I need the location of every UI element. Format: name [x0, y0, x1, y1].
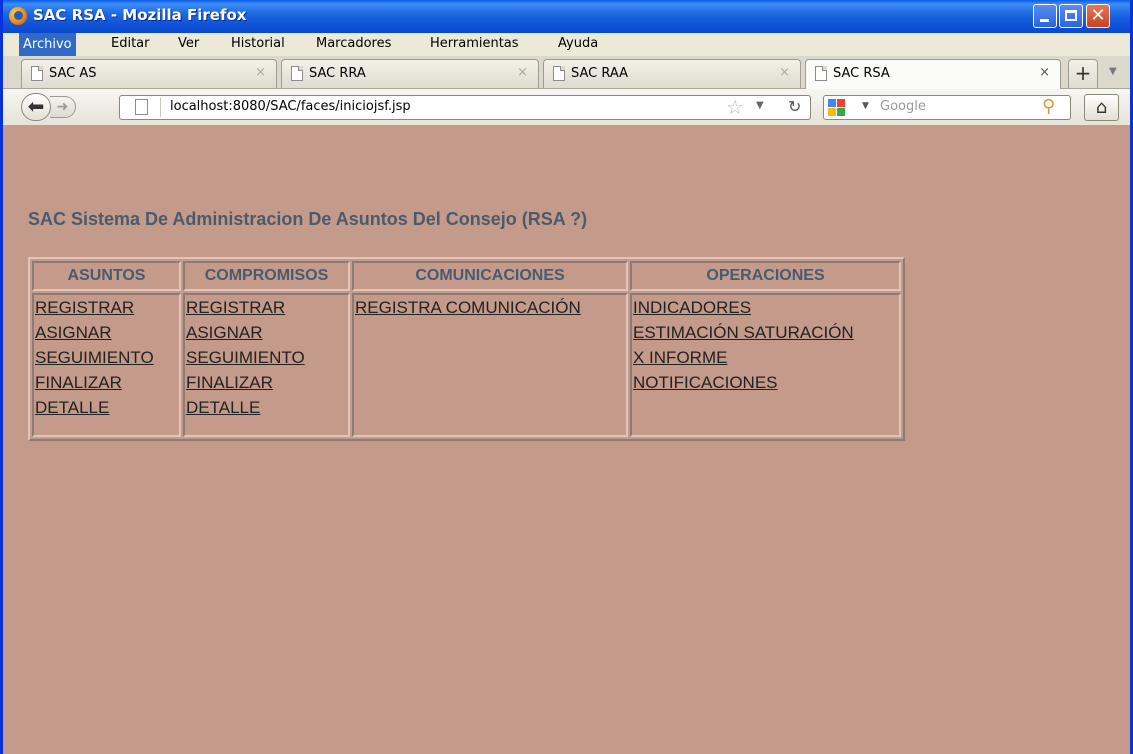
tab-sac-raa[interactable]: SAC RAA × — [543, 59, 801, 88]
search-bar[interactable]: ▼ Google ⚲ — [823, 95, 1071, 120]
browser-window: SAC RSA - Mozilla Firefox ✕ Archivo Edit… — [0, 0, 1133, 754]
compromisos-cell: REGISTRAR ASIGNAR SEGUIMIENTO FINALIZAR … — [183, 293, 350, 437]
tab-label: SAC RSA — [833, 66, 890, 81]
estimacion-saturacion-link[interactable]: ESTIMACIÓN SATURACIÓN — [633, 320, 898, 345]
address-bar[interactable]: localhost:8080/SAC/faces/iniciojsf.jsp ☆… — [119, 95, 811, 120]
bookmark-star-icon[interactable]: ☆ — [726, 96, 744, 118]
operaciones-cell: INDICADORES ESTIMACIÓN SATURACIÓN X INFO… — [630, 293, 901, 437]
tab-label: SAC RAA — [571, 66, 629, 81]
page-icon — [553, 66, 565, 81]
header-compromisos: COMPROMISOS — [183, 261, 350, 291]
maximize-icon — [1065, 10, 1077, 21]
url-text[interactable]: localhost:8080/SAC/faces/iniciojsf.jsp — [170, 99, 411, 114]
minimize-button[interactable] — [1033, 4, 1057, 28]
notificaciones-link[interactable]: NOTIFICACIONES — [633, 370, 898, 395]
tab-sac-rra[interactable]: SAC RRA × — [281, 59, 539, 88]
tab-sac-rsa[interactable]: SAC RSA × — [805, 59, 1061, 89]
menu-ayuda[interactable]: Ayuda — [558, 36, 598, 51]
window-title: SAC RSA - Mozilla Firefox — [33, 6, 247, 24]
x-informe-link[interactable]: X INFORME — [633, 345, 898, 370]
back-arrow-icon: ⬅ — [27, 94, 45, 118]
menu-editar[interactable]: Editar — [111, 36, 150, 51]
tab-close-icon[interactable]: × — [517, 65, 528, 80]
tab-close-icon[interactable]: × — [1039, 65, 1050, 80]
tab-label: SAC AS — [49, 66, 97, 81]
close-button[interactable]: ✕ — [1086, 4, 1110, 28]
tab-close-icon[interactable]: × — [255, 65, 266, 80]
back-button[interactable]: ⬅ — [21, 93, 51, 121]
header-comunicaciones: COMUNICACIONES — [352, 261, 628, 291]
maximize-button[interactable] — [1059, 4, 1083, 28]
firefox-icon — [9, 7, 27, 25]
page-icon — [815, 66, 827, 81]
asuntos-detalle-link[interactable]: DETALLE — [35, 395, 178, 420]
home-icon: ⌂ — [1095, 97, 1108, 118]
asuntos-asignar-link[interactable]: ASIGNAR — [35, 320, 178, 345]
menu-archivo[interactable]: Archivo — [19, 33, 76, 56]
reload-icon[interactable]: ↻ — [788, 97, 801, 116]
tab-close-icon[interactable]: × — [779, 65, 790, 80]
menu-bar: Archivo Editar Ver Historial Marcadores … — [3, 33, 1130, 56]
new-tab-button[interactable]: + — [1068, 59, 1098, 88]
compromisos-finalizar-link[interactable]: FINALIZAR — [186, 370, 347, 395]
menu-historial[interactable]: Historial — [231, 36, 285, 51]
google-icon[interactable] — [828, 99, 859, 116]
engine-dropdown-icon[interactable]: ▼ — [862, 101, 869, 111]
main-menu-table: ASUNTOS COMPROMISOS COMUNICACIONES OPERA… — [28, 257, 905, 441]
page-icon — [291, 66, 303, 81]
asuntos-registrar-link[interactable]: REGISTRAR — [35, 295, 178, 320]
tab-list-icon[interactable]: ▼ — [1109, 66, 1117, 77]
tab-sac-as[interactable]: SAC AS × — [21, 59, 277, 88]
header-operaciones: OPERACIONES — [630, 261, 901, 291]
asuntos-cell: REGISTRAR ASIGNAR SEGUIMIENTO FINALIZAR … — [32, 293, 181, 437]
comunicaciones-cell: REGISTRA COMUNICACIÓN — [352, 293, 628, 437]
menu-ver[interactable]: Ver — [178, 36, 199, 51]
page-title: SAC Sistema De Administracion De Asuntos… — [28, 209, 588, 229]
page-icon — [135, 99, 148, 115]
header-asuntos: ASUNTOS — [32, 261, 181, 291]
navigation-bar: ➜ ⬅ localhost:8080/SAC/faces/iniciojsf.j… — [3, 89, 1130, 126]
history-dropdown-icon[interactable]: ▼ — [756, 100, 764, 111]
tab-bar: SAC AS × SAC RRA × SAC RAA × SAC RSA × +… — [3, 56, 1130, 89]
forward-button[interactable]: ➜ — [50, 96, 76, 118]
menu-herramientas[interactable]: Herramientas — [430, 36, 519, 51]
compromisos-registrar-link[interactable]: REGISTRAR — [186, 295, 347, 320]
compromisos-detalle-link[interactable]: DETALLE — [186, 395, 347, 420]
asuntos-seguimiento-link[interactable]: SEGUIMIENTO — [35, 345, 178, 370]
page-icon — [31, 66, 43, 81]
indicadores-link[interactable]: INDICADORES — [633, 295, 898, 320]
search-placeholder[interactable]: Google — [880, 99, 926, 114]
menu-marcadores[interactable]: Marcadores — [316, 36, 391, 51]
compromisos-seguimiento-link[interactable]: SEGUIMIENTO — [186, 345, 347, 370]
back-forward-group: ➜ ⬅ — [21, 93, 107, 121]
title-bar[interactable]: SAC RSA - Mozilla Firefox ✕ — [3, 0, 1130, 33]
registra-comunicacion-link[interactable]: REGISTRA COMUNICACIÓN — [355, 295, 625, 320]
compromisos-asignar-link[interactable]: ASIGNAR — [186, 320, 347, 345]
minimize-icon — [1040, 19, 1049, 22]
tab-label: SAC RRA — [309, 66, 366, 81]
asuntos-finalizar-link[interactable]: FINALIZAR — [35, 370, 178, 395]
home-button[interactable]: ⌂ — [1084, 94, 1119, 121]
separator — [160, 98, 161, 117]
close-icon: ✕ — [1090, 5, 1106, 26]
page-content: SAC Sistema De Administracion De Asuntos… — [3, 126, 1130, 754]
search-icon[interactable]: ⚲ — [1042, 96, 1055, 117]
